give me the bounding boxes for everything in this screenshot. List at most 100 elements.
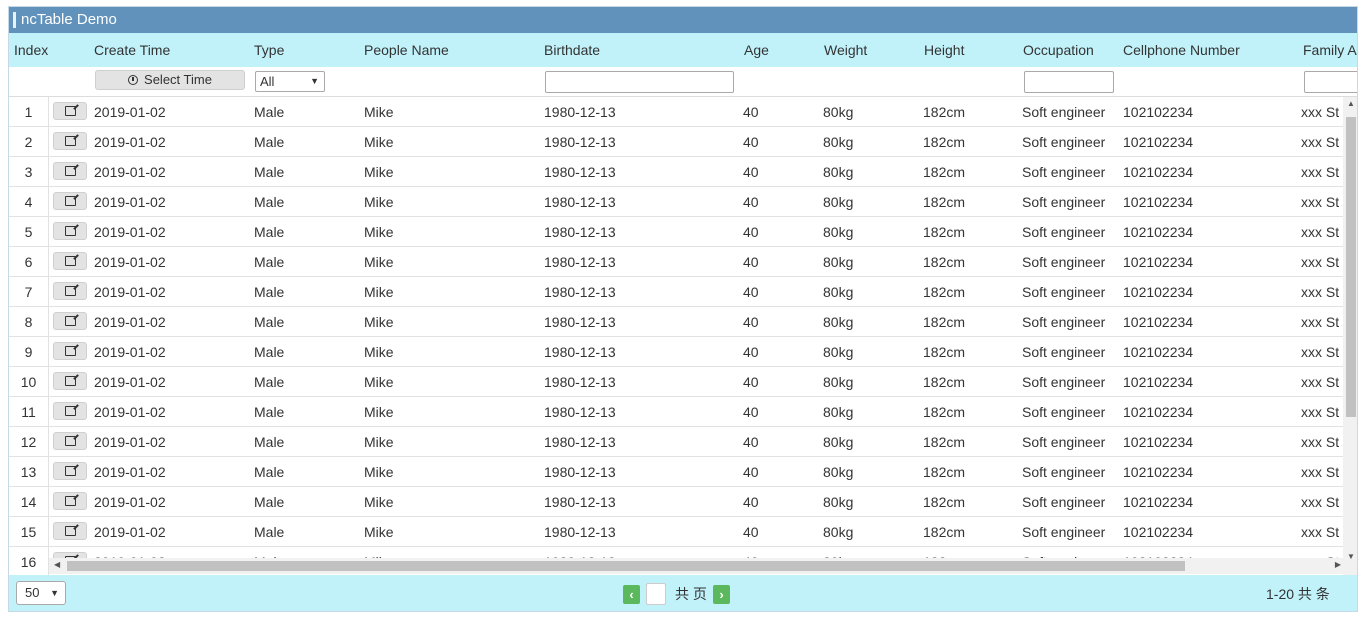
open-record-button[interactable]	[53, 162, 87, 180]
column-header-create-time[interactable]: Create Time	[94, 33, 244, 67]
table-row[interactable]: 9 2019-01-02 Male Mike 1980-12-13 40 80kg 182cm…	[9, 337, 1343, 367]
table-row[interactable]: 12 2019-01-02 Male Mike 1980-12-13 40 80kg 182c…	[9, 427, 1343, 457]
table-row[interactable]: 10 2019-01-02 Male Mike 1980-12-13 40 80kg 182c…	[9, 367, 1343, 397]
table-row[interactable]: 1 2019-01-02 Male Mike 1980-12-13 40 80kg 182cm…	[9, 97, 1343, 127]
cell-index: 4	[9, 187, 49, 217]
horizontal-scrollbar[interactable]: ◀ ▶	[49, 558, 1343, 574]
cell-cellphone: 102102234	[1123, 374, 1194, 390]
cell-cellphone: 102102234	[1123, 224, 1194, 240]
open-record-button[interactable]	[53, 252, 87, 270]
open-record-button[interactable]	[53, 312, 87, 330]
people-name-filter-input[interactable]	[545, 71, 734, 93]
cell-type: Male	[254, 464, 285, 480]
cell-height: 182cm	[923, 164, 966, 180]
table-row[interactable]: 5 2019-01-02 Male Mike 1980-12-13 40 80kg 182cm…	[9, 217, 1343, 247]
column-header-birthdate[interactable]: Birthdate	[544, 33, 734, 67]
open-record-button[interactable]	[53, 192, 87, 210]
horizontal-scroll-thumb[interactable]	[67, 561, 1185, 571]
scroll-down-arrow-icon[interactable]: ▼	[1347, 552, 1355, 561]
cell-cellphone: 102102234	[1123, 344, 1194, 360]
record-range-text: 1-20 共 条	[1266, 586, 1330, 602]
cell-weight: 80kg	[823, 464, 854, 480]
cell-weight: 80kg	[823, 134, 854, 150]
table-row[interactable]: 14 2019-01-02 Male Mike 1980-12-13 40 80kg 182c…	[9, 487, 1343, 517]
open-record-button[interactable]	[53, 492, 87, 510]
table-row[interactable]: 11 2019-01-02 Male Mike 1980-12-13 40 80kg 182c…	[9, 397, 1343, 427]
column-header-type[interactable]: Type	[254, 33, 354, 67]
column-header-people-name[interactable]: People Name	[364, 33, 534, 67]
table-row[interactable]: 4 2019-01-02 Male Mike 1980-12-13 40 80kg 182cm…	[9, 187, 1343, 217]
next-page-button[interactable]: ›	[713, 585, 730, 604]
select-time-button[interactable]: Select Time	[95, 70, 245, 90]
scroll-left-arrow-icon[interactable]: ◀	[54, 560, 60, 569]
type-filter-select[interactable]: All ▼	[255, 71, 325, 92]
cell-weight: 80kg	[823, 224, 854, 240]
cell-weight: 80kg	[823, 194, 854, 210]
cell-index: 15	[9, 517, 49, 547]
open-record-button[interactable]	[53, 402, 87, 420]
table-row[interactable]: 15 2019-01-02 Male Mike 1980-12-13 40 80kg 182c…	[9, 517, 1343, 547]
table-row[interactable]: 6 2019-01-02 Male Mike 1980-12-13 40 80kg 182cm…	[9, 247, 1343, 277]
table-row[interactable]: 7 2019-01-02 Male Mike 1980-12-13 40 80kg 182cm…	[9, 277, 1343, 307]
cell-height: 182cm	[923, 464, 966, 480]
cell-birthdate: 1980-12-13	[544, 224, 616, 240]
open-record-button[interactable]	[53, 462, 87, 480]
cell-people-name: Mike	[364, 524, 394, 540]
vertical-scroll-thumb[interactable]	[1346, 117, 1356, 417]
cell-index: 6	[9, 247, 49, 277]
occupation-filter-input[interactable]	[1024, 71, 1114, 93]
cell-occupation: Soft engineer	[1022, 254, 1106, 270]
title-accent-mark	[13, 12, 16, 28]
cell-occupation: Soft engineer	[1022, 374, 1106, 390]
page-size-select[interactable]: 50 ▼	[16, 581, 66, 605]
external-link-icon	[65, 496, 76, 506]
table-row[interactable]: 2 2019-01-02 Male Mike 1980-12-13 40 80kg 182cm…	[9, 127, 1343, 157]
open-record-button[interactable]	[53, 432, 87, 450]
column-header-age[interactable]: Age	[744, 33, 814, 67]
cell-cellphone: 102102234	[1123, 404, 1194, 420]
table-row[interactable]: 13 2019-01-02 Male Mike 1980-12-13 40 80kg 182c…	[9, 457, 1343, 487]
column-header-weight[interactable]: Weight	[824, 33, 914, 67]
cell-family-address: xxx St	[1301, 194, 1340, 210]
column-header-height[interactable]: Height	[924, 33, 1014, 67]
cell-family-address: xxx St	[1301, 494, 1340, 510]
open-record-button[interactable]	[53, 342, 87, 360]
column-header-index[interactable]: Index	[14, 33, 54, 67]
cell-birthdate: 1980-12-13	[544, 194, 616, 210]
column-header-occupation[interactable]: Occupation	[1023, 33, 1123, 67]
table-row[interactable]: 3 2019-01-02 Male Mike 1980-12-13 40 80kg 182cm…	[9, 157, 1343, 187]
cell-birthdate: 1980-12-13	[544, 374, 616, 390]
cell-family-address: xxx St	[1301, 314, 1340, 330]
table-row[interactable]: 8 2019-01-02 Male Mike 1980-12-13 40 80kg 182cm…	[9, 307, 1343, 337]
open-record-button[interactable]	[53, 132, 87, 150]
cell-weight: 80kg	[823, 344, 854, 360]
cell-type: Male	[254, 494, 285, 510]
cell-age: 40	[743, 164, 759, 180]
cell-index: 5	[9, 217, 49, 247]
column-header-family-address[interactable]: Family A	[1303, 33, 1357, 67]
cell-age: 40	[743, 344, 759, 360]
scroll-up-arrow-icon[interactable]: ▲	[1347, 99, 1355, 108]
vertical-scrollbar[interactable]: ▲ ▼	[1343, 97, 1357, 575]
open-record-button[interactable]	[53, 222, 87, 240]
cell-weight: 80kg	[823, 164, 854, 180]
cell-people-name: Mike	[364, 464, 394, 480]
cell-family-address: xxx St	[1301, 464, 1340, 480]
open-record-button[interactable]	[53, 372, 87, 390]
open-record-button[interactable]	[53, 522, 87, 540]
column-header-cellphone[interactable]: Cellphone Number	[1123, 33, 1293, 67]
cell-people-name: Mike	[364, 404, 394, 420]
cell-weight: 80kg	[823, 404, 854, 420]
page-number-input[interactable]	[646, 583, 666, 605]
cell-weight: 80kg	[823, 314, 854, 330]
open-record-button[interactable]	[53, 282, 87, 300]
cell-age: 40	[743, 104, 759, 120]
open-record-button[interactable]	[53, 102, 87, 120]
cell-index: 10	[9, 367, 49, 397]
caret-down-icon: ▼	[50, 588, 59, 598]
cell-index: 9	[9, 337, 49, 367]
prev-page-button[interactable]: ‹	[623, 585, 640, 604]
cell-weight: 80kg	[823, 524, 854, 540]
family-address-filter-input[interactable]	[1304, 71, 1357, 93]
scroll-right-arrow-icon[interactable]: ▶	[1335, 560, 1341, 569]
